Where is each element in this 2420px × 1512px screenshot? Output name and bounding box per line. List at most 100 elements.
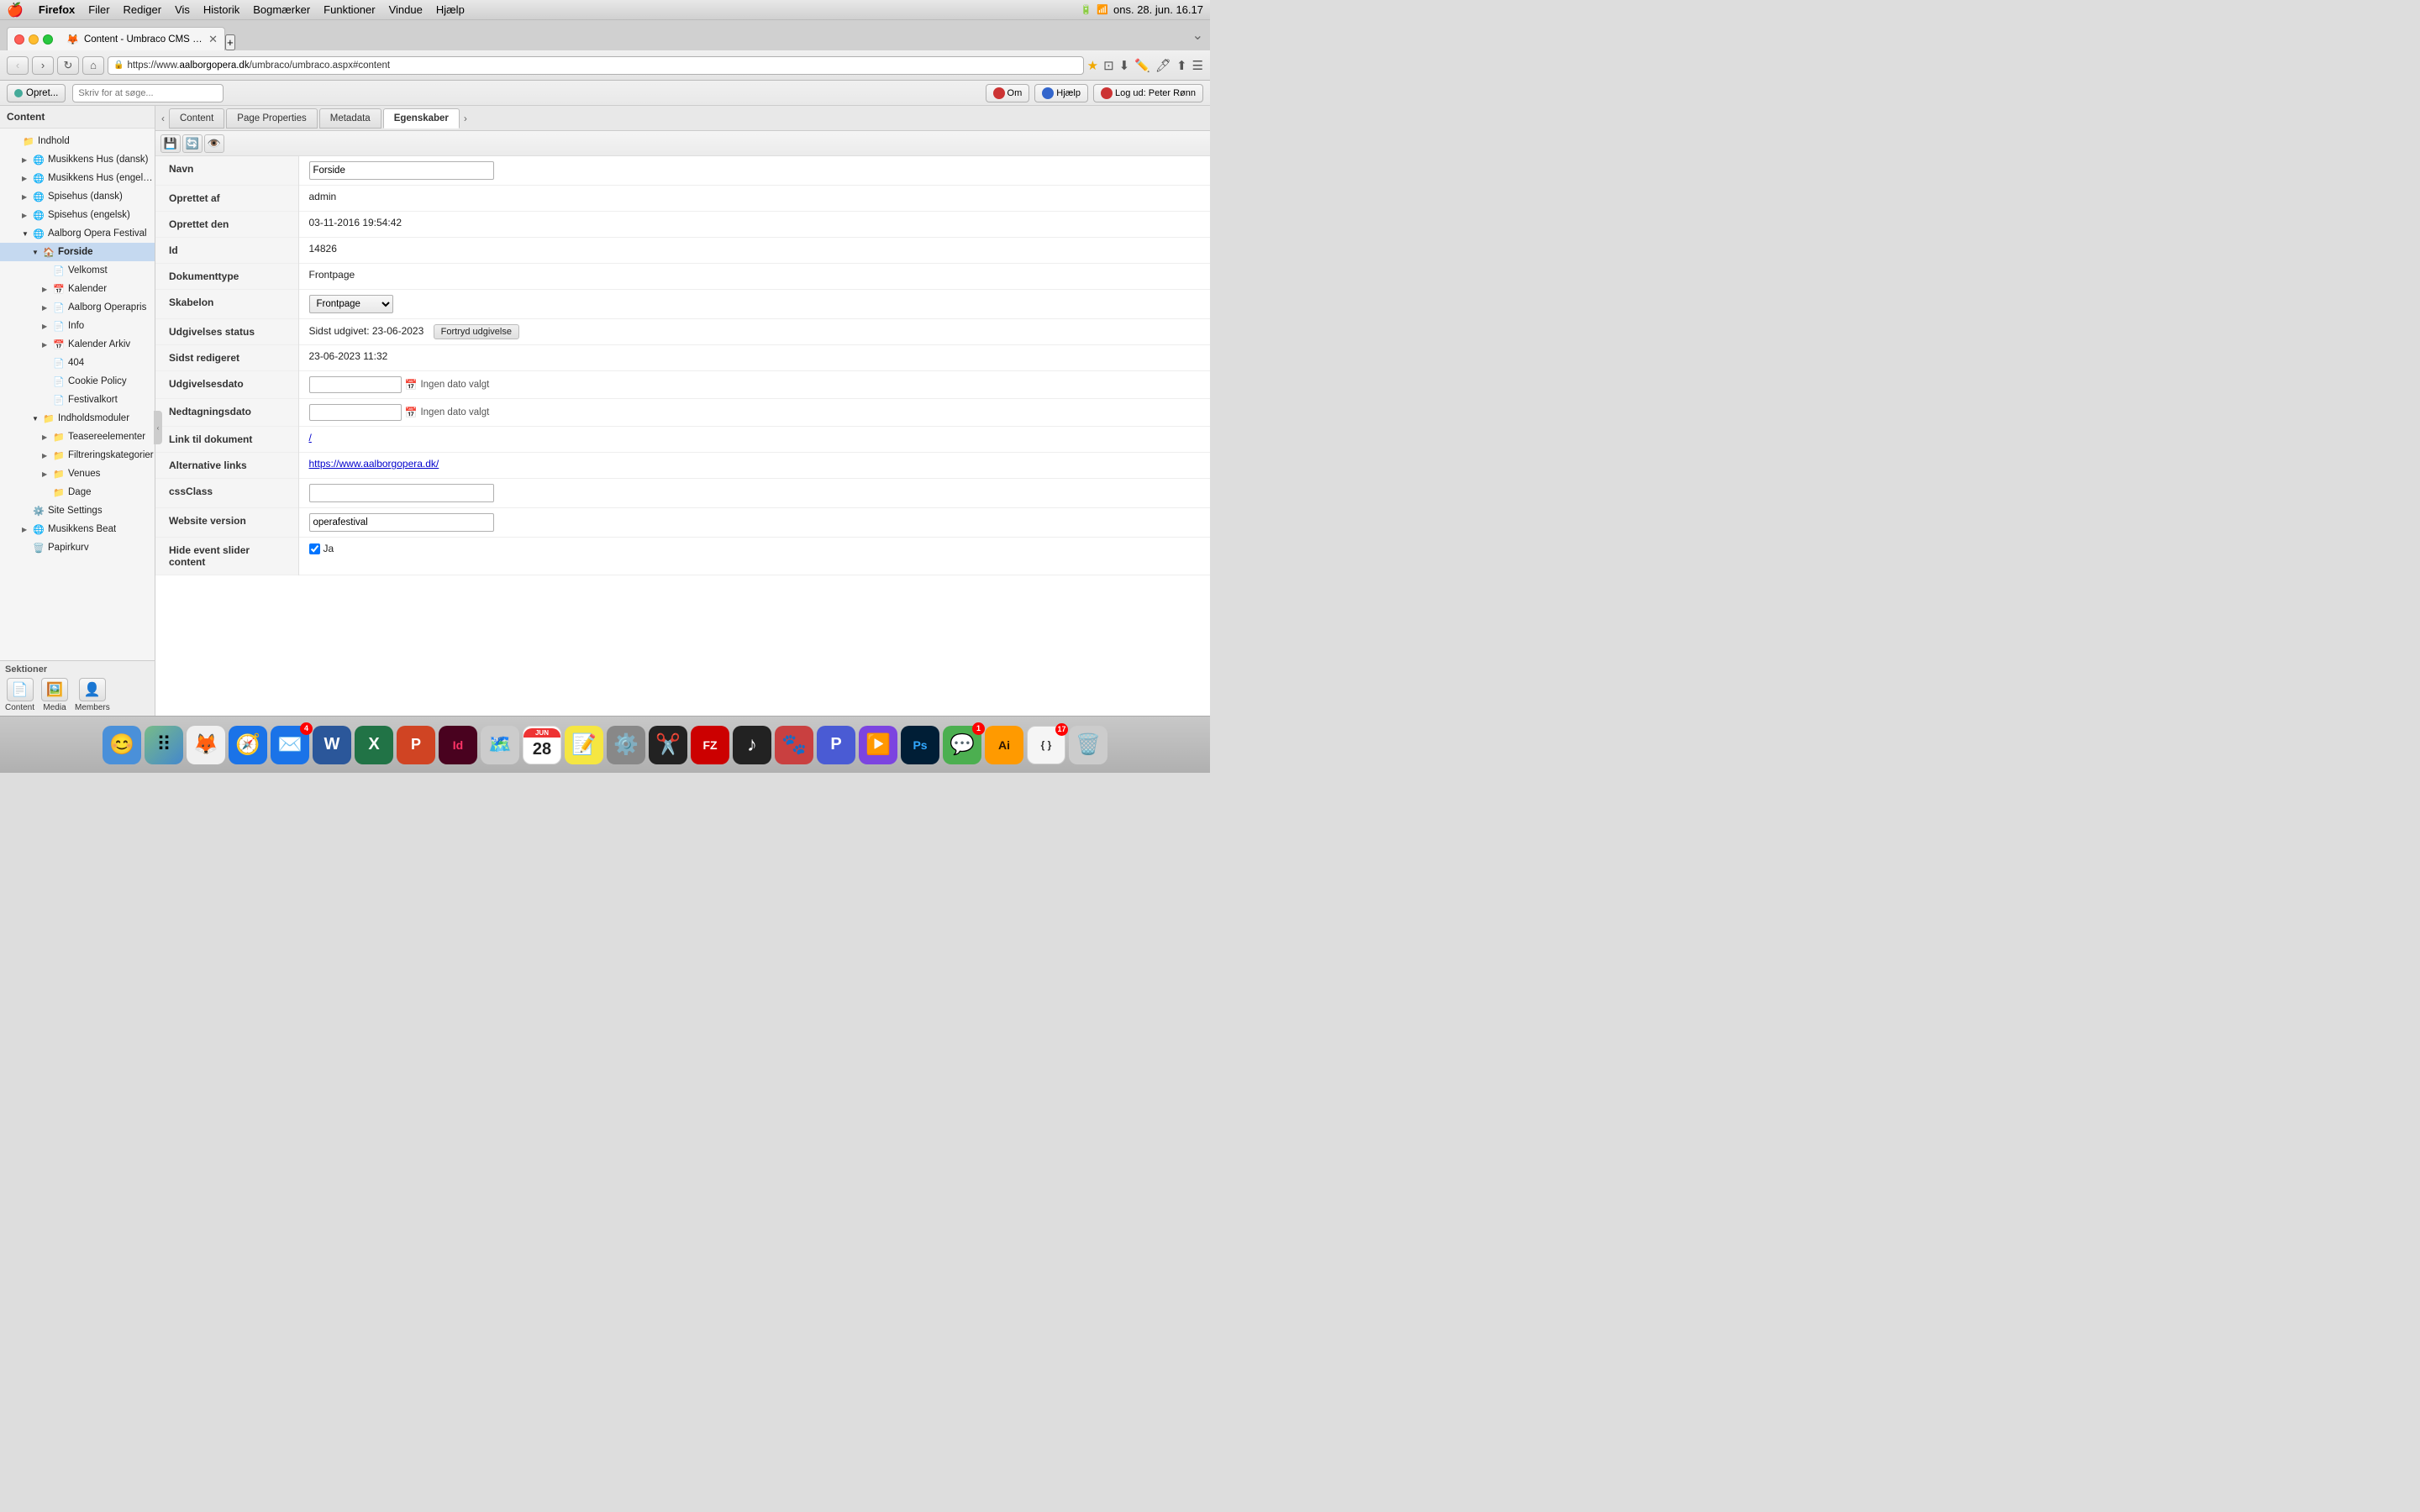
sidebar-collapse-handle[interactable]: ‹ <box>154 411 162 444</box>
input-nedtagningsdato[interactable] <box>309 404 402 421</box>
dock-powerpoint[interactable]: P <box>397 726 435 764</box>
alternative-links[interactable]: https://www.aalborgopera.dk/ <box>309 458 439 470</box>
home-button[interactable]: ⌂ <box>82 56 104 75</box>
menu-historik[interactable]: Historik <box>203 3 239 16</box>
dock-word[interactable]: W <box>313 726 351 764</box>
tree-item-404[interactable]: 📄 404 <box>0 354 155 372</box>
menu-funktioner[interactable]: Funktioner <box>324 3 375 16</box>
dock-notes[interactable]: 📝 <box>565 726 603 764</box>
input-website-version[interactable] <box>309 513 494 532</box>
tree-item-papirkurv[interactable]: 🗑️ Papirkurv <box>0 538 155 557</box>
menu-firefox[interactable]: Firefox <box>39 3 75 16</box>
input-cssclass[interactable] <box>309 484 494 502</box>
dock-script-editor[interactable]: { } 17 <box>1027 726 1065 764</box>
tree-item-kalender-arkiv[interactable]: ▶ 📅 Kalender Arkiv <box>0 335 155 354</box>
calendar-icon-nedtagning[interactable]: 📅 <box>405 407 418 418</box>
input-navn[interactable] <box>309 161 494 180</box>
fortryd-udgivelse-button[interactable]: Fortryd udgivelse <box>434 324 519 339</box>
pen-icon[interactable]: 🖊 <box>1155 58 1171 73</box>
menu-vindue[interactable]: Vindue <box>389 3 423 16</box>
tree-item-dage[interactable]: 📁 Dage <box>0 483 155 501</box>
menu-filer[interactable]: Filer <box>88 3 109 16</box>
tree-item-indhold[interactable]: 📁 Indhold <box>0 132 155 150</box>
close-window-btn[interactable] <box>14 34 24 45</box>
tabs-scroll-right[interactable]: › <box>461 113 470 124</box>
logout-button[interactable]: Log ud: Peter Rønn <box>1093 84 1203 102</box>
dock-finalcut[interactable]: ✂️ <box>649 726 687 764</box>
tab-egenskaber[interactable]: Egenskaber <box>383 108 460 129</box>
maximize-window-btn[interactable] <box>43 34 53 45</box>
tree-item-site-settings[interactable]: ⚙️ Site Settings <box>0 501 155 520</box>
browser-tab[interactable]: 🦊 Content - Umbraco CMS - .aalborg... ✕ <box>7 27 225 50</box>
select-skabelon[interactable]: Frontpage <box>309 295 393 313</box>
section-media[interactable]: 🖼️ Media <box>41 678 68 712</box>
dock-excel[interactable]: X <box>355 726 393 764</box>
dock-calendar[interactable]: JUN 28 <box>523 726 561 764</box>
menu-bogmaerker[interactable]: Bogmærker <box>253 3 310 16</box>
tree-item-kalender[interactable]: ▶ 📅 Kalender <box>0 280 155 298</box>
tab-content[interactable]: Content <box>169 108 224 129</box>
tree-item-forside[interactable]: ▼ 🏠 Forside <box>0 243 155 261</box>
tab-close-btn[interactable]: ✕ <box>208 33 218 46</box>
tree-item-aalborg-operapris[interactable]: ▶ 📄 Aalborg Operapris <box>0 298 155 317</box>
menu-rediger[interactable]: Rediger <box>124 3 162 16</box>
tree-item-musikkens-hus-en[interactable]: ▶ 🌐 Musikkens Hus (engelsk) <box>0 169 155 187</box>
tree-item-cookie[interactable]: 📄 Cookie Policy <box>0 372 155 391</box>
reload-button[interactable]: ↻ <box>57 56 79 75</box>
dock-photoshop[interactable]: Ps <box>901 726 939 764</box>
tabs-scroll-left[interactable]: ‹ <box>159 113 167 124</box>
apple-menu[interactable]: 🍎 <box>7 2 24 18</box>
save-button[interactable]: 💾 <box>160 134 181 153</box>
menu-hjælp[interactable]: Hjælp <box>436 3 465 16</box>
tree-item-aalborg-opera[interactable]: ▼ 🌐 Aalborg Opera Festival <box>0 224 155 243</box>
dock-finder[interactable]: 😊 <box>103 726 141 764</box>
dock-messages[interactable]: 💬 1 <box>943 726 981 764</box>
dock-firefox[interactable]: 🦊 <box>187 726 225 764</box>
dock-maps[interactable]: 🗺️ <box>481 726 519 764</box>
dock-safari[interactable]: 🧭 <box>229 726 267 764</box>
section-content[interactable]: 📄 Content <box>5 678 34 712</box>
screenshot-icon[interactable]: ✏️ <box>1134 58 1150 73</box>
tree-item-venues[interactable]: ▶ 📁 Venues <box>0 465 155 483</box>
create-button[interactable]: Opret... <box>7 84 66 102</box>
refresh-button[interactable]: 🔄 <box>182 134 203 153</box>
hjaelp-button[interactable]: Hjælp <box>1034 84 1088 102</box>
tree-item-musikkens-beat[interactable]: ▶ 🌐 Musikkens Beat <box>0 520 155 538</box>
new-tab-button[interactable]: + <box>225 34 235 50</box>
back-button[interactable]: ‹ <box>7 56 29 75</box>
preview-button[interactable]: 👁️ <box>204 134 224 153</box>
tab-overflow-btn[interactable]: ⌄ <box>1192 27 1203 44</box>
reader-icon[interactable]: ⊡ <box>1103 58 1114 73</box>
tab-metadata[interactable]: Metadata <box>319 108 381 129</box>
input-udgivelsesdato[interactable] <box>309 376 402 393</box>
tree-item-info[interactable]: ▶ 📄 Info <box>0 317 155 335</box>
checkbox-hide-slider[interactable] <box>309 543 320 554</box>
menu-vis[interactable]: Vis <box>175 3 190 16</box>
dock-filezilla[interactable]: FZ <box>691 726 729 764</box>
dock-paw[interactable]: 🐾 <box>775 726 813 764</box>
dock-system-prefs[interactable]: ⚙️ <box>607 726 645 764</box>
address-bar[interactable]: 🔒 https://www.aalborgopera.dk/umbraco/um… <box>108 56 1084 75</box>
tree-item-filtrering[interactable]: ▶ 📁 Filtreringskategorier <box>0 446 155 465</box>
dock-illustrator[interactable]: Ai <box>985 726 1023 764</box>
tree-item-spisehus-en[interactable]: ▶ 🌐 Spisehus (engelsk) <box>0 206 155 224</box>
bookmark-icon[interactable]: ★ <box>1087 58 1098 73</box>
search-input[interactable] <box>72 84 224 102</box>
dock-launchpad[interactable]: ⠿ <box>145 726 183 764</box>
dock-script[interactable]: ♪ <box>733 726 771 764</box>
download-icon[interactable]: ⬇ <box>1119 58 1130 73</box>
dock-pockity[interactable]: ▶️ <box>859 726 897 764</box>
tree-item-musikkens-hus-dk[interactable]: ▶ 🌐 Musikkens Hus (dansk) <box>0 150 155 169</box>
tab-page-properties[interactable]: Page Properties <box>226 108 317 129</box>
menu-icon[interactable]: ☰ <box>1192 58 1203 73</box>
dock-proxyman[interactable]: P <box>817 726 855 764</box>
tree-item-spisehus-dk[interactable]: ▶ 🌐 Spisehus (dansk) <box>0 187 155 206</box>
minimize-window-btn[interactable] <box>29 34 39 45</box>
section-members[interactable]: 👤 Members <box>75 678 110 712</box>
dock-mail[interactable]: ✉️ 4 <box>271 726 309 764</box>
share-icon[interactable]: ⬆ <box>1176 58 1187 73</box>
dock-trash[interactable]: 🗑️ <box>1069 726 1107 764</box>
calendar-icon-udgivelse[interactable]: 📅 <box>405 379 418 391</box>
forward-button[interactable]: › <box>32 56 54 75</box>
tree-item-teaser[interactable]: ▶ 📁 Teasereelementer <box>0 428 155 446</box>
